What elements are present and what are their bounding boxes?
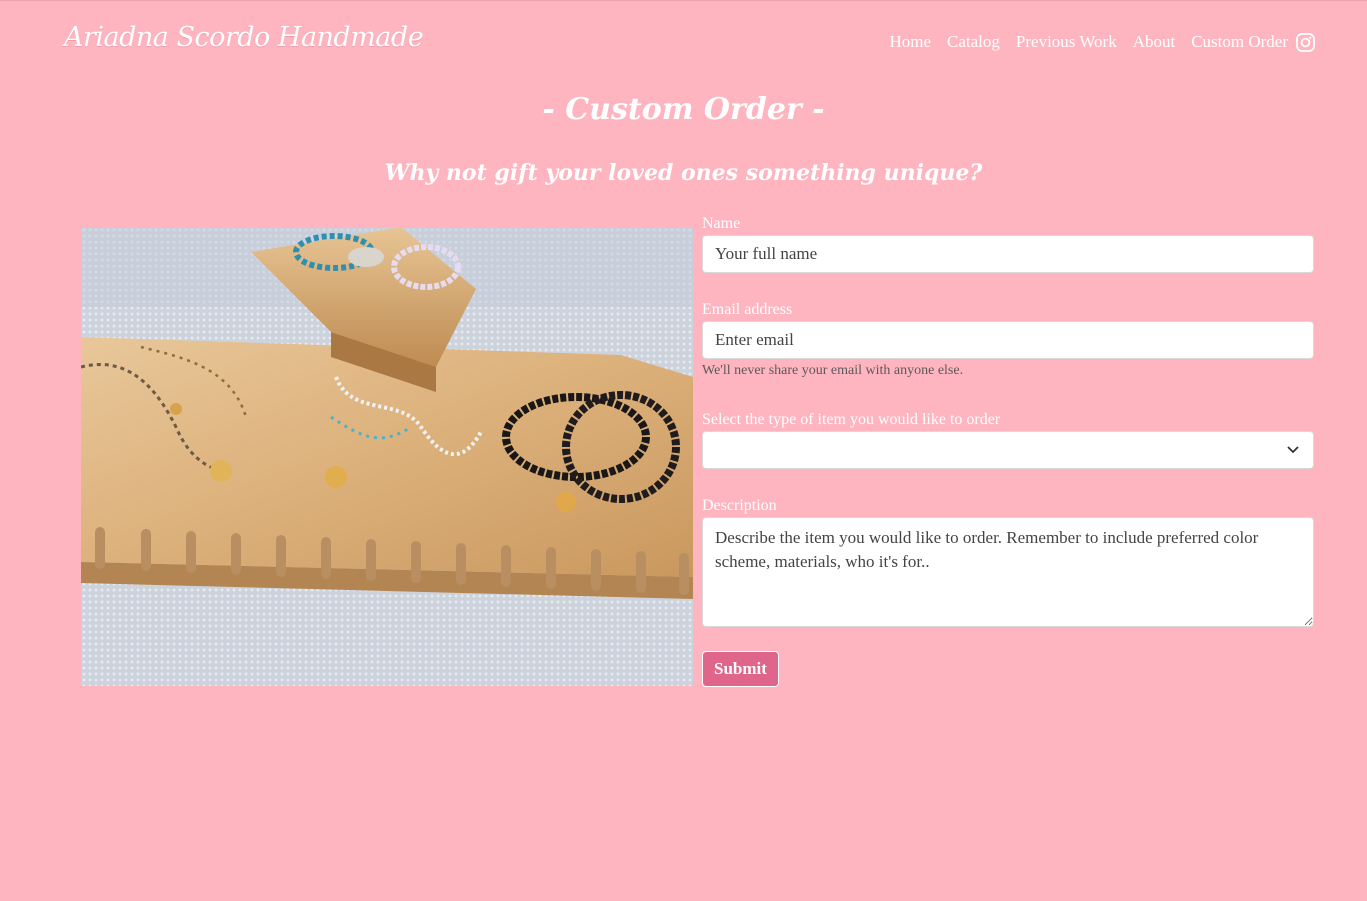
nav-home[interactable]: Home xyxy=(889,32,931,52)
page-subtitle: Why not gift your loved ones something u… xyxy=(384,160,983,186)
nav-catalog[interactable]: Catalog xyxy=(947,32,1000,52)
item-type-label: Select the type of item you would like t… xyxy=(702,411,1001,428)
instagram-icon[interactable] xyxy=(1296,32,1315,52)
nav-custom-order[interactable]: Custom Order xyxy=(1191,32,1288,52)
name-input[interactable] xyxy=(702,235,1314,273)
item-type-wrapper xyxy=(702,431,1314,469)
nav-previous-work[interactable]: Previous Work xyxy=(1016,32,1117,52)
navbar: Ariadna Scordo Handmade Home Catalog Pre… xyxy=(0,0,1367,88)
description-label: Description xyxy=(702,497,777,514)
nav-about[interactable]: About xyxy=(1133,32,1176,52)
page-title: - Custom Order - xyxy=(542,92,825,127)
email-label: Email address xyxy=(702,301,793,318)
nav-links: Home Catalog Previous Work About Custom … xyxy=(889,32,1315,52)
chevron-down-icon xyxy=(1287,446,1299,454)
item-type-select[interactable] xyxy=(702,431,1314,469)
submit-button[interactable]: Submit xyxy=(702,651,779,687)
brand-logo[interactable]: Ariadna Scordo Handmade xyxy=(64,22,424,53)
email-help-text: We'll never share your email with anyone… xyxy=(702,363,964,378)
custom-order-form: Name Email address We'll never share you… xyxy=(702,213,1314,687)
description-textarea[interactable] xyxy=(702,517,1314,627)
name-label: Name xyxy=(702,215,741,232)
jewelry-photo xyxy=(81,227,693,686)
email-input[interactable] xyxy=(702,321,1314,359)
